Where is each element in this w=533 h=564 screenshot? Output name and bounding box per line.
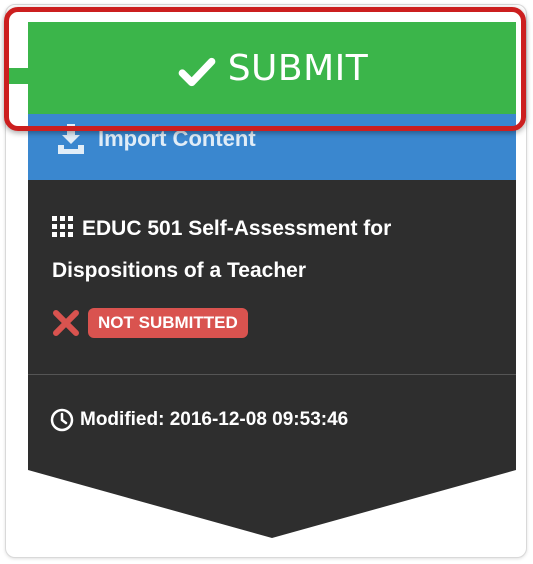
assignment-title-row[interactable]: EDUC 501 Self-Assessment for Disposition… xyxy=(52,208,492,292)
status-row: NOT SUBMITTED xyxy=(52,308,248,338)
modified-row: Modified: 2016-12-08 09:53:46 xyxy=(50,408,348,432)
import-content-button[interactable]: Import Content xyxy=(28,114,516,180)
grid-icon xyxy=(52,216,73,237)
assignment-panel: EDUC 501 Self-Assessment for Disposition… xyxy=(28,180,516,538)
assignment-card: SUBMIT Import Content EDUC 501 Self-Asse… xyxy=(28,22,516,540)
submit-label: SUBMIT xyxy=(227,47,369,89)
status-badge: NOT SUBMITTED xyxy=(88,308,248,338)
check-icon xyxy=(178,57,216,87)
divider xyxy=(28,374,516,375)
modified-text: Modified: 2016-12-08 09:53:46 xyxy=(80,409,349,430)
submit-button[interactable]: SUBMIT xyxy=(28,22,516,114)
import-label: Import Content xyxy=(98,126,256,151)
import-icon xyxy=(58,124,84,154)
clock-icon xyxy=(50,408,74,432)
x-icon xyxy=(53,310,79,336)
assignment-title: EDUC 501 Self-Assessment for Disposition… xyxy=(52,217,392,282)
